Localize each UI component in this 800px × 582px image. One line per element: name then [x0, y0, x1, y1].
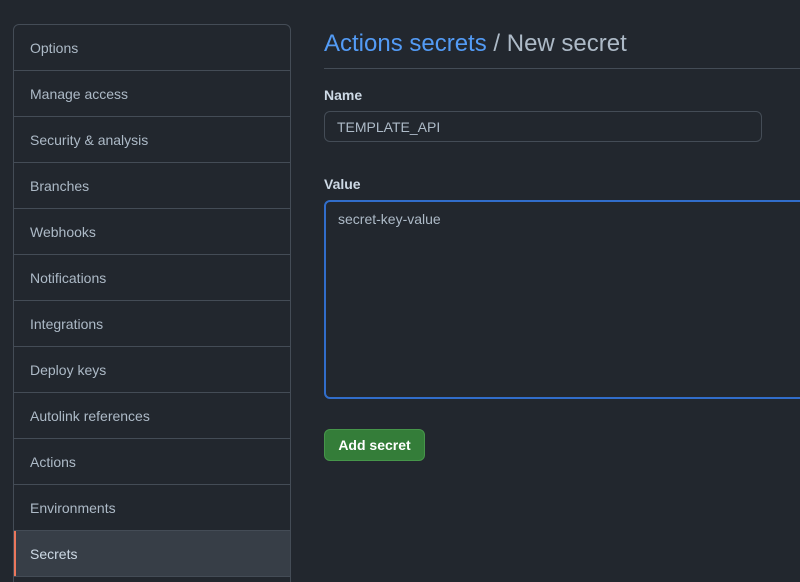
sidebar-item-security-analysis[interactable]: Security & analysis: [14, 117, 290, 163]
sidebar-item-notifications[interactable]: Notifications: [14, 255, 290, 301]
value-label: Value: [324, 176, 361, 192]
breadcrumb-actions-secrets-link[interactable]: Actions secrets: [324, 30, 487, 57]
sidebar-item-webhooks[interactable]: Webhooks: [14, 209, 290, 255]
settings-sidebar: Options Manage access Security & analysi…: [13, 24, 291, 582]
secret-value-textarea[interactable]: secret-key-value: [324, 200, 800, 399]
sidebar-item-autolink-references[interactable]: Autolink references: [14, 393, 290, 439]
sidebar-item-integrations[interactable]: Integrations: [14, 301, 290, 347]
breadcrumb-separator: /: [493, 30, 501, 57]
sidebar-item-manage-access[interactable]: Manage access: [14, 71, 290, 117]
add-secret-button[interactable]: Add secret: [324, 429, 425, 461]
sidebar-item-deploy-keys[interactable]: Deploy keys: [14, 347, 290, 393]
breadcrumb-current: New secret: [506, 30, 627, 57]
sidebar-item-options[interactable]: Options: [14, 25, 290, 71]
page: Options Manage access Security & analysi…: [0, 0, 800, 582]
sidebar-item-branches[interactable]: Branches: [14, 163, 290, 209]
sidebar-item-actions[interactable]: Actions: [14, 439, 290, 485]
name-label: Name: [324, 87, 363, 103]
sidebar-item-secrets[interactable]: Secrets: [14, 531, 290, 577]
page-title: Actions secrets / New secret: [324, 24, 800, 69]
secret-name-input[interactable]: [324, 111, 762, 142]
sidebar-item-environments[interactable]: Environments: [14, 485, 290, 531]
main-content: Actions secrets / New secret Name Value …: [324, 24, 800, 461]
